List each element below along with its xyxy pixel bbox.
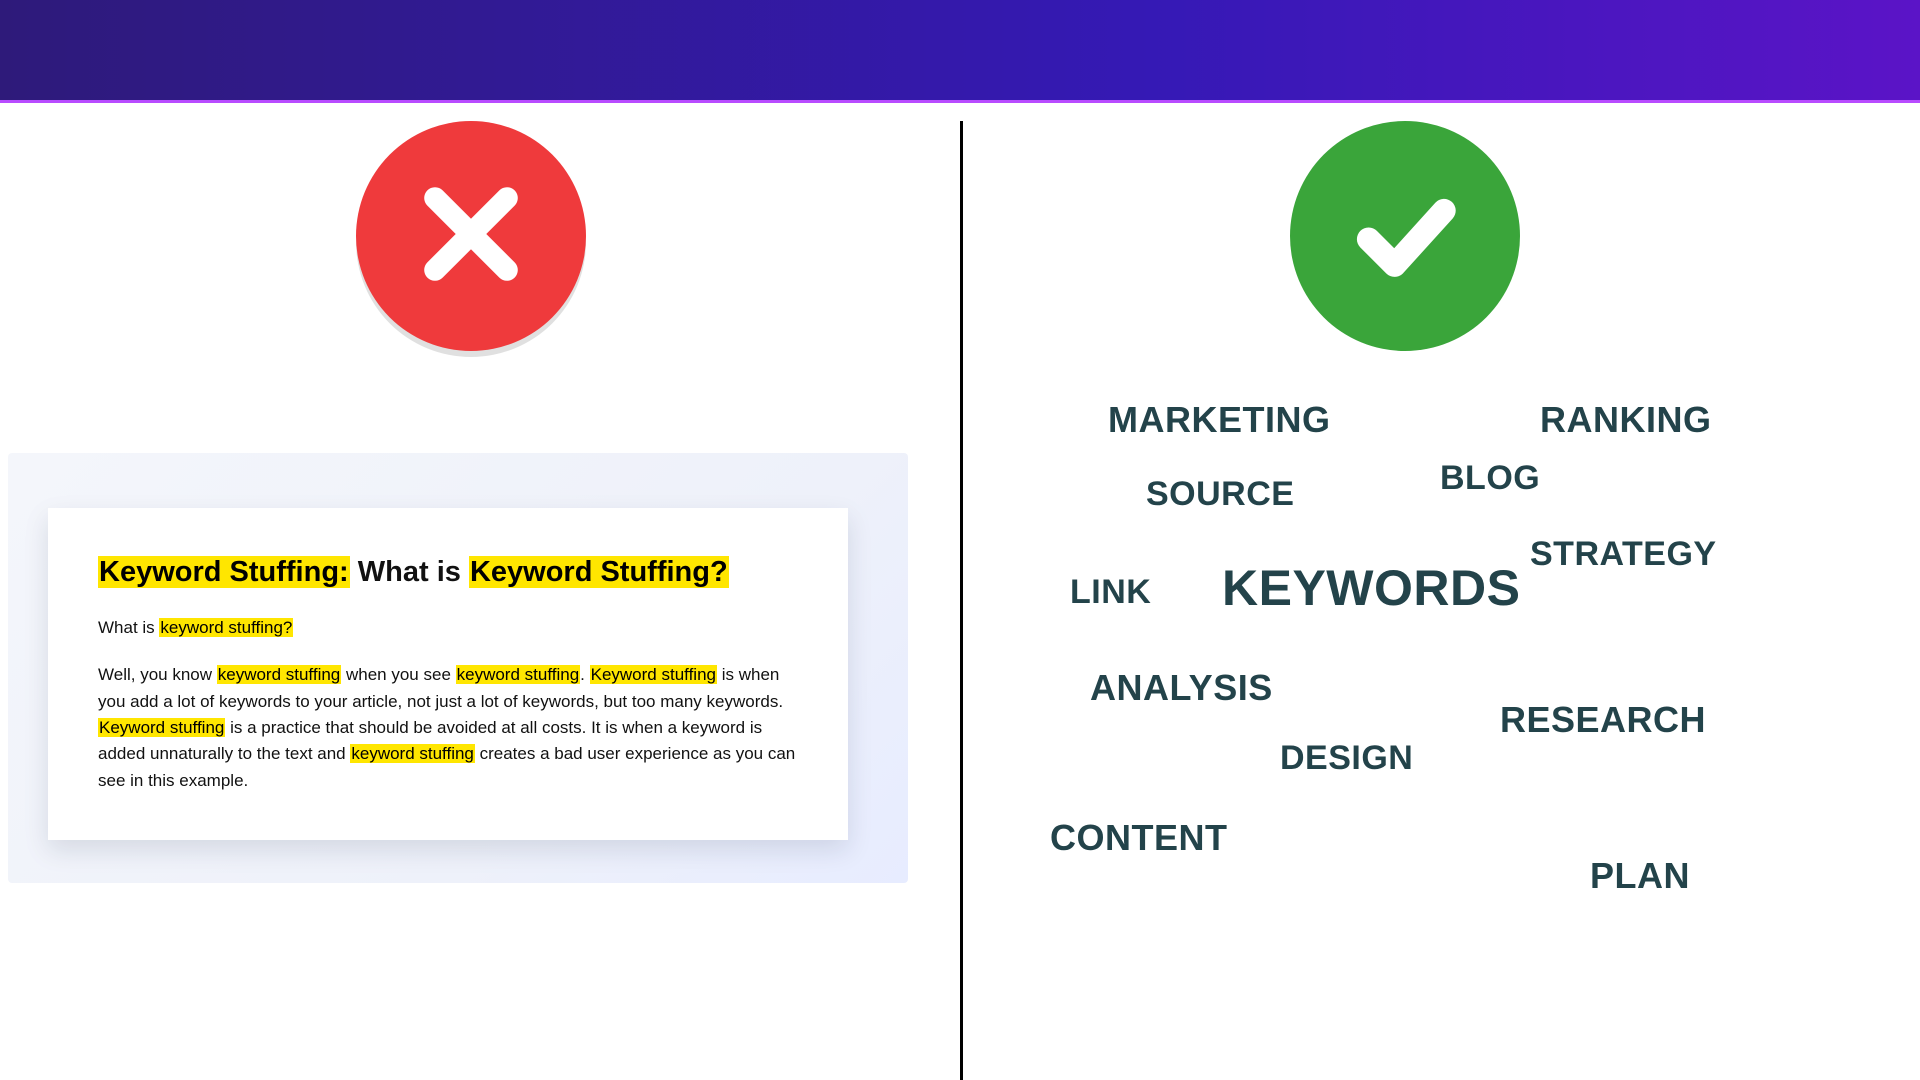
body-text: .	[580, 665, 589, 684]
cloud-word-design: DESIGN	[1280, 739, 1413, 778]
body-highlight-4: Keyword stuffing	[98, 718, 225, 737]
body-text: Well, you know	[98, 665, 217, 684]
document-subheading: What is keyword stuffing?	[98, 618, 798, 638]
good-example-panel: MARKETING RANKINGBLOG SOURCE STRATEGY LINK KE…	[960, 103, 1920, 1080]
sub-highlight: keyword stuffing?	[159, 618, 293, 637]
check-icon	[1340, 169, 1470, 304]
cloud-word-analysis: ANALYSIS	[1090, 667, 1273, 709]
body-highlight-1: keyword stuffing	[217, 665, 342, 684]
title-highlight-2: Keyword Stuffing?	[469, 556, 729, 588]
cloud-word-blog: BLOG	[1440, 459, 1540, 498]
bad-example-panel: Keyword Stuffing: What is Keyword Stuffi…	[0, 103, 960, 1080]
x-icon	[411, 174, 531, 299]
document-body: Well, you know keyword stuffing when you…	[98, 662, 798, 794]
header-band	[0, 0, 1920, 103]
title-highlight-1: Keyword Stuffing:	[98, 556, 350, 588]
body-highlight-3: Keyword stuffing	[590, 665, 717, 684]
cloud-word-marketing: MARKETING	[1108, 399, 1331, 441]
document-card: Keyword Stuffing: What is Keyword Stuffi…	[48, 508, 848, 840]
title-text: What is	[350, 556, 469, 588]
sub-text: What is	[98, 618, 159, 637]
x-badge	[356, 121, 586, 351]
cloud-word-source: SOURCE	[1146, 475, 1294, 514]
document-title: Keyword Stuffing: What is Keyword Stuffi…	[98, 554, 798, 590]
cloud-word-strategy: STRATEGY	[1530, 535, 1717, 574]
cloud-word-content: CONTENT	[1050, 817, 1228, 859]
cloud-word-research: RESEARCH	[1500, 699, 1706, 741]
body-highlight-2: keyword stuffing	[456, 665, 581, 684]
body-text: when you see	[341, 665, 455, 684]
body-highlight-5: keyword stuffing	[350, 744, 475, 763]
check-badge	[1290, 121, 1520, 351]
cloud-word-ranking: RANKING	[1540, 399, 1712, 441]
cloud-word-link: LINK	[1070, 573, 1151, 612]
slide-body: Keyword Stuffing: What is Keyword Stuffi…	[0, 103, 1920, 1080]
cloud-word-keywords: KEYWORDS	[1222, 559, 1520, 617]
cloud-word-plan: PLAN	[1590, 855, 1690, 897]
